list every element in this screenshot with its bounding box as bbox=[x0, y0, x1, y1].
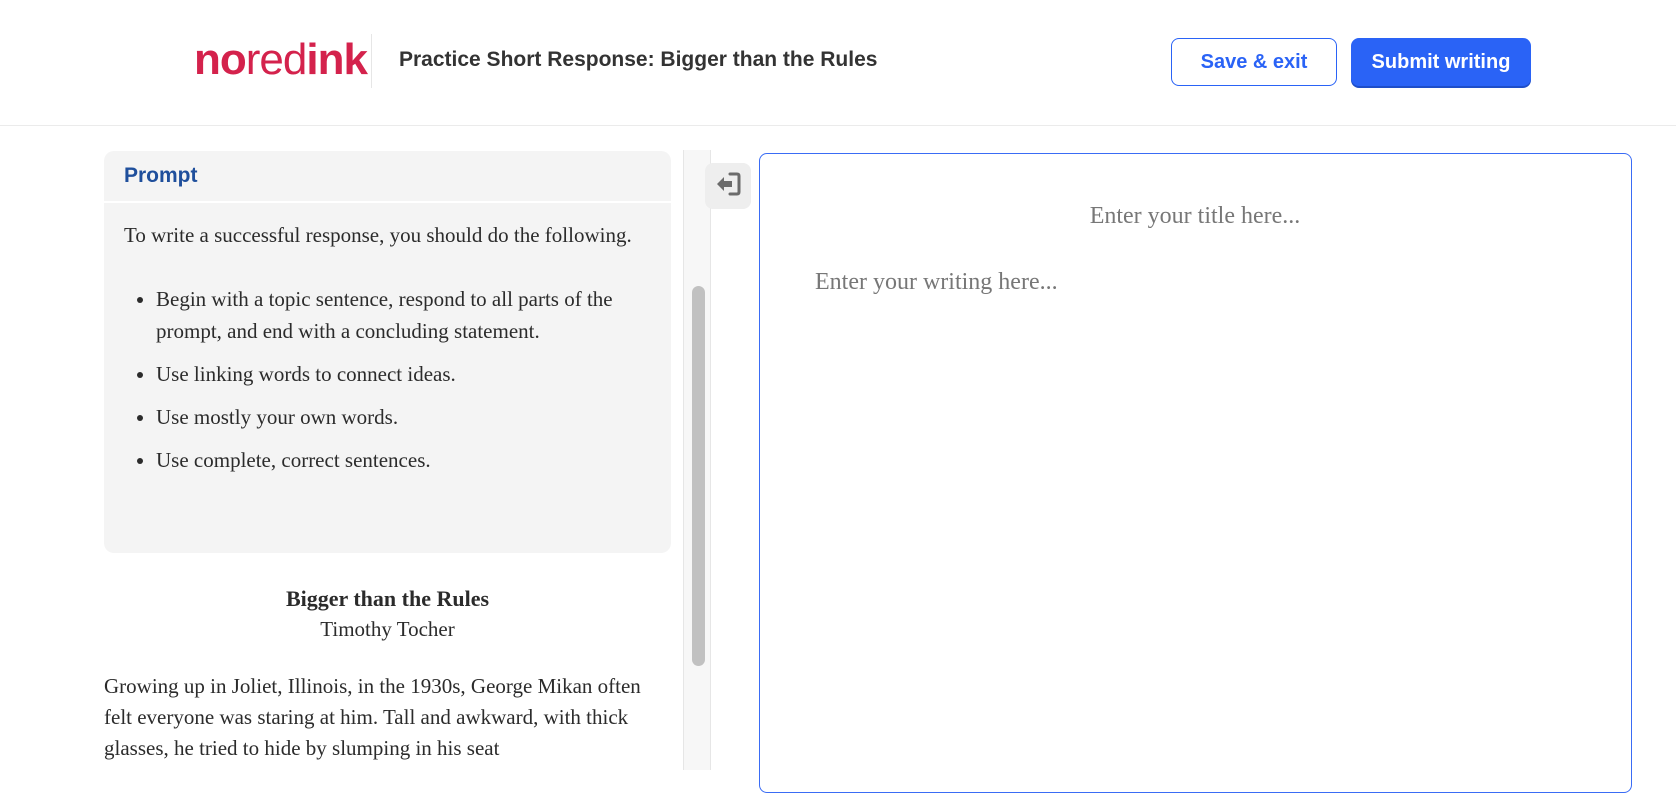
logo-part-no: no bbox=[194, 35, 247, 84]
collapse-passage-button[interactable] bbox=[705, 163, 751, 209]
logo-part-ink: ink bbox=[306, 35, 368, 84]
title-input[interactable] bbox=[800, 202, 1590, 231]
passage-author: Timothy Tocher bbox=[320, 617, 455, 641]
save-and-exit-button[interactable]: Save & exit bbox=[1171, 38, 1337, 86]
scrollbar-thumb[interactable] bbox=[692, 286, 705, 666]
page-title: Practice Short Response: Bigger than the… bbox=[399, 48, 878, 71]
prompt-heading: Prompt bbox=[104, 151, 671, 203]
prompt-panel: Prompt To write a successful response, y… bbox=[104, 151, 671, 553]
prompt-list: Begin with a topic sentence, respond to … bbox=[124, 283, 651, 476]
arrow-into-door-icon bbox=[715, 172, 741, 201]
app-header: noredink Practice Short Response: Bigger… bbox=[0, 0, 1676, 126]
writing-input[interactable] bbox=[813, 264, 1593, 764]
passage-title: Bigger than the Rules bbox=[285, 586, 490, 611]
submit-writing-button[interactable]: Submit writing bbox=[1351, 38, 1531, 86]
prompt-list-item: Use mostly your own words. bbox=[156, 401, 651, 433]
header-divider bbox=[371, 34, 372, 88]
reading-pane: Prompt To write a successful response, y… bbox=[0, 127, 684, 770]
logo-part-red: red bbox=[245, 35, 308, 84]
passage-text: Growing up in Joliet, Illinois, in the 1… bbox=[104, 674, 641, 760]
reading-pane-scrollbar[interactable] bbox=[683, 150, 711, 770]
writing-editor bbox=[759, 153, 1632, 793]
prompt-body: To write a successful response, you shou… bbox=[104, 203, 671, 476]
prompt-list-item: Begin with a topic sentence, respond to … bbox=[156, 283, 651, 347]
noredink-logo[interactable]: noredink bbox=[194, 35, 368, 84]
prompt-list-item: Use complete, correct sentences. bbox=[156, 444, 651, 476]
prompt-list-item: Use linking words to connect ideas. bbox=[156, 358, 651, 390]
prompt-intro: To write a successful response, you shou… bbox=[124, 223, 632, 247]
